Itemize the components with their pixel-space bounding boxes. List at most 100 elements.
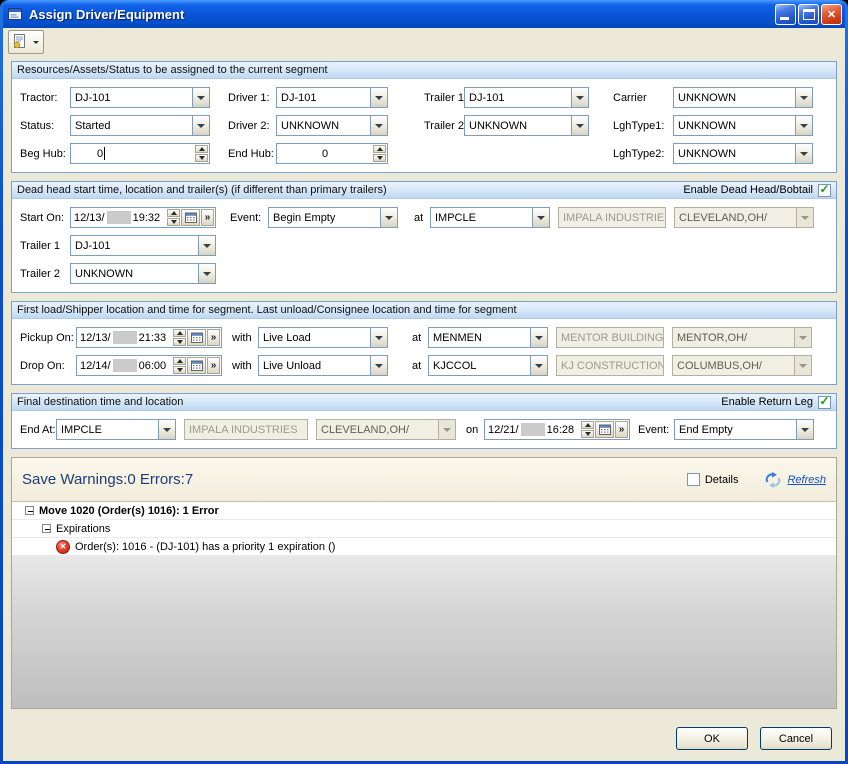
enable-return-leg-checkbox[interactable]: ✓ [818, 396, 831, 409]
spin-down-icon[interactable] [195, 154, 208, 162]
spin-up-icon[interactable] [167, 209, 180, 217]
calendar-icon[interactable] [187, 329, 206, 346]
on-label: on [466, 424, 484, 436]
deadhead-trailer1-combo[interactable]: DJ-101 [70, 235, 216, 256]
more-options-button[interactable]: » [201, 209, 214, 226]
enable-return-leg-label: Enable Return Leg [721, 396, 813, 408]
chevron-down-icon[interactable] [530, 328, 547, 347]
chevron-down-icon[interactable] [158, 420, 175, 439]
maximize-button[interactable] [798, 4, 819, 25]
end-hub-spinner[interactable] [373, 144, 387, 163]
return-spinner[interactable] [581, 420, 595, 439]
driver1-combo[interactable]: DJ-101 [276, 87, 388, 108]
error-group-row[interactable]: Move 1020 (Order(s) 1016): 1 Error [12, 502, 836, 520]
close-button[interactable]: ✕ [821, 4, 842, 25]
section-final-title: Final destination time and location [17, 396, 721, 408]
chevron-down-icon[interactable] [370, 356, 387, 375]
end-hub-field[interactable]: 0 [276, 143, 388, 164]
ok-button[interactable]: OK [676, 727, 748, 750]
refresh-control[interactable]: Refresh [764, 472, 826, 488]
deadhead-trailer2-combo[interactable]: UNKNOWN [70, 263, 216, 284]
chevron-down-icon[interactable] [370, 116, 387, 135]
carrier-combo[interactable]: UNKNOWN [673, 87, 813, 108]
drop-location-name: KJ CONSTRUCTION [561, 360, 664, 372]
spin-up-icon[interactable] [195, 145, 208, 153]
collapse-icon[interactable] [25, 506, 34, 515]
chevron-down-icon[interactable] [795, 144, 812, 163]
chevron-down-icon[interactable] [532, 208, 549, 227]
calendar-icon[interactable] [187, 357, 206, 374]
final-event-combo[interactable]: End Empty [674, 419, 814, 440]
trailer2-value: UNKNOWN [465, 120, 571, 132]
tractor-combo[interactable]: DJ-101 [70, 87, 210, 108]
trailer1-label: Trailer 1 [424, 92, 464, 104]
drop-date-field[interactable]: 12/14/06:00 » [76, 355, 222, 376]
drop-spinner[interactable] [173, 356, 187, 375]
lghtype2-combo[interactable]: UNKNOWN [673, 143, 813, 164]
lghtype2-value: UNKNOWN [674, 148, 795, 160]
minimize-button[interactable] [775, 4, 796, 25]
chevron-down-icon [438, 420, 455, 439]
details-toggle[interactable]: Details [687, 473, 739, 486]
driver2-combo[interactable]: UNKNOWN [276, 115, 388, 136]
final-location-code-combo[interactable]: IMPCLE [56, 419, 176, 440]
titlebar[interactable]: Assign Driver/Equipment ✕ [3, 0, 845, 28]
error-category-row[interactable]: Expirations [12, 520, 836, 538]
trailer2-combo[interactable]: UNKNOWN [464, 115, 589, 136]
drop-event-combo[interactable]: Live Unload [258, 355, 388, 376]
drop-location-code-combo[interactable]: KJCCOL [428, 355, 548, 376]
deadhead-event-combo[interactable]: Begin Empty [268, 207, 398, 228]
more-options-button[interactable]: » [207, 329, 220, 346]
pickup-location-code-combo[interactable]: MENMEN [428, 327, 548, 348]
spin-up-icon[interactable] [173, 357, 186, 365]
beg-hub-field[interactable]: 0 [70, 143, 210, 164]
chevron-down-icon[interactable] [192, 116, 209, 135]
calendar-icon[interactable] [181, 209, 200, 226]
start-on-spinner[interactable] [167, 208, 181, 227]
start-on-date-field[interactable]: 12/13/19:32 » [70, 207, 216, 228]
chevron-down-icon[interactable] [198, 236, 215, 255]
spin-down-icon[interactable] [173, 338, 186, 346]
chevron-down-icon[interactable] [795, 88, 812, 107]
spin-down-icon[interactable] [373, 154, 386, 162]
chevron-down-icon[interactable] [530, 356, 547, 375]
beg-hub-spinner[interactable] [195, 144, 209, 163]
lghtype1-combo[interactable]: UNKNOWN [673, 115, 813, 136]
return-date-field[interactable]: 12/21/16:28 » [484, 419, 630, 440]
spin-down-icon[interactable] [167, 218, 180, 226]
spin-up-icon[interactable] [581, 421, 594, 429]
chevron-down-icon[interactable] [571, 88, 588, 107]
more-options-button[interactable]: » [207, 357, 220, 374]
error-message-row[interactable]: ✕ Order(s): 1016 - (DJ-101) has a priori… [12, 538, 836, 556]
collapse-icon[interactable] [42, 524, 51, 533]
chevron-down-icon[interactable] [31, 31, 40, 53]
more-options-button[interactable]: » [615, 421, 628, 438]
redacted-year [521, 423, 545, 436]
final-location-name-field: IMPALA INDUSTRIES [184, 419, 308, 440]
status-combo[interactable]: Started [70, 115, 210, 136]
chevron-down-icon[interactable] [795, 116, 812, 135]
calendar-icon[interactable] [595, 421, 614, 438]
pickup-date-field[interactable]: 12/13/21:33 » [76, 327, 222, 348]
chevron-down-icon[interactable] [796, 420, 813, 439]
chevron-down-icon[interactable] [370, 328, 387, 347]
deadhead-location-code-combo[interactable]: IMPCLE [430, 207, 550, 228]
chevron-down-icon[interactable] [198, 264, 215, 283]
details-checkbox[interactable] [687, 473, 700, 486]
chevron-down-icon[interactable] [370, 88, 387, 107]
spin-down-icon[interactable] [581, 430, 594, 438]
cancel-button[interactable]: Cancel [760, 727, 832, 750]
enable-deadhead-checkbox[interactable]: ✓ [818, 184, 831, 197]
chevron-down-icon[interactable] [192, 88, 209, 107]
return-time: 16:28 [547, 424, 575, 436]
chevron-down-icon[interactable] [571, 116, 588, 135]
chevron-down-icon[interactable] [380, 208, 397, 227]
refresh-link[interactable]: Refresh [787, 474, 826, 486]
spin-up-icon[interactable] [373, 145, 386, 153]
save-split-button[interactable] [8, 30, 44, 54]
pickup-spinner[interactable] [173, 328, 187, 347]
spin-down-icon[interactable] [173, 366, 186, 374]
spin-up-icon[interactable] [173, 329, 186, 337]
pickup-event-combo[interactable]: Live Load [258, 327, 388, 348]
trailer1-combo[interactable]: DJ-101 [464, 87, 589, 108]
